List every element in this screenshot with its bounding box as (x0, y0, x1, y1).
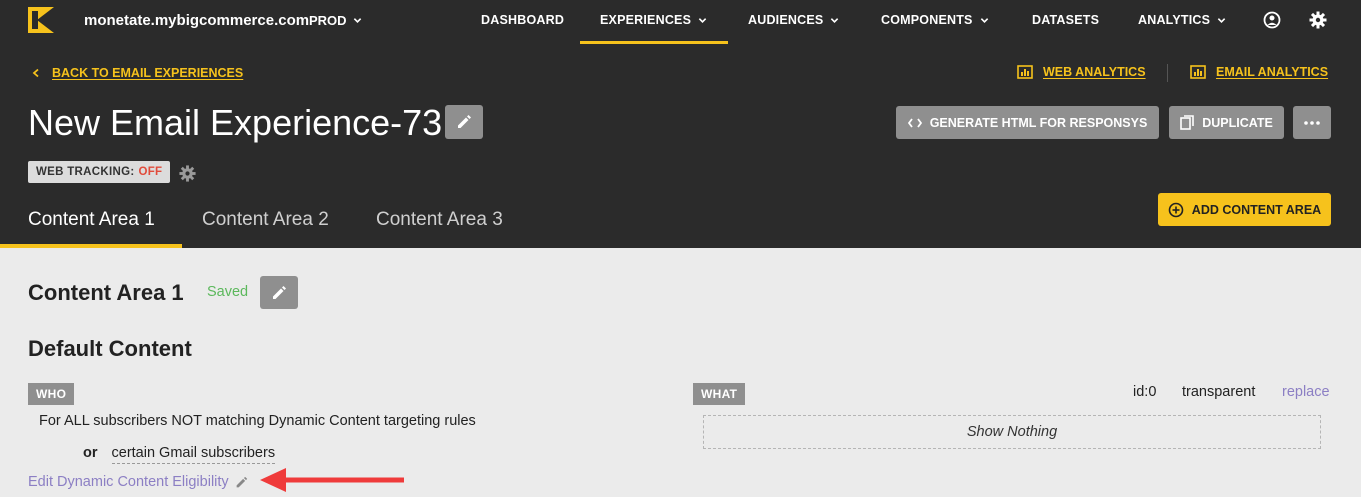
nav-dashboard-label: DASHBOARD (481, 13, 565, 27)
nav-analytics-label: ANALYTICS (1138, 13, 1211, 27)
add-content-area-label: ADD CONTENT AREA (1191, 202, 1322, 217)
web-tracking-status: WEB TRACKING: OFF (28, 161, 171, 183)
plus-circle-icon (1168, 202, 1184, 217)
site-name[interactable]: monetate.mybigcommerce.com (84, 12, 309, 29)
generate-html-label: GENERATE HTML FOR RESPONSYS (929, 115, 1148, 130)
more-options-button[interactable] (1293, 106, 1331, 139)
monetate-logo-icon[interactable] (28, 7, 54, 33)
tracking-settings-gear-icon[interactable] (178, 164, 197, 183)
edit-content-area-button[interactable] (260, 276, 298, 309)
pencil-icon (273, 285, 286, 299)
nav-components-label: COMPONENTS (881, 13, 973, 27)
saved-status: Saved (207, 284, 249, 300)
nav-experiences[interactable]: EXPERIENCES (600, 13, 707, 27)
email-analytics-link[interactable]: EMAIL ANALYTICS (1190, 65, 1328, 79)
back-link-label: BACK TO EMAIL EXPERIENCES (52, 66, 244, 80)
what-id: id:0 (1133, 384, 1157, 400)
settings-gear-icon[interactable] (1308, 10, 1328, 30)
top-nav: monetate.mybigcommerce.com PROD DASHBOAR… (0, 0, 1361, 44)
nav-components[interactable]: COMPONENTS (881, 13, 989, 27)
tab-content-area-1[interactable]: Content Area 1 (28, 209, 155, 231)
nav-audiences-label: AUDIENCES (748, 13, 824, 27)
what-badge: WHAT (693, 383, 746, 405)
chevron-down-icon (980, 17, 988, 23)
what-type: transparent (1182, 384, 1256, 400)
generate-html-responsys-button[interactable]: GENERATE HTML FOR RESPONSYS (896, 106, 1159, 139)
experience-header: BACK TO EMAIL EXPERIENCES WEB ANALYTICS … (0, 44, 1361, 248)
more-horizontal-icon (1304, 120, 1320, 125)
who-condition-row: or certain Gmail subscribers (83, 445, 276, 464)
pencil-icon (236, 476, 247, 487)
add-content-area-button[interactable]: ADD CONTENT AREA (1158, 193, 1331, 226)
default-content-heading: Default Content (28, 336, 192, 361)
web-tracking-value: OFF (138, 166, 163, 178)
chevron-down-icon (1217, 17, 1226, 23)
nav-experiences-label: EXPERIENCES (600, 13, 692, 27)
who-badge: WHO (28, 383, 75, 405)
chevron-down-icon (353, 18, 361, 23)
web-analytics-link[interactable]: WEB ANALYTICS (1017, 65, 1146, 79)
bar-chart-icon (1190, 65, 1206, 79)
edit-eligibility-label: Edit Dynamic Content Eligibility (28, 474, 229, 490)
edit-title-button[interactable] (445, 105, 483, 139)
email-analytics-label: EMAIL ANALYTICS (1216, 65, 1329, 79)
show-nothing-dropzone[interactable]: Show Nothing (703, 415, 1321, 449)
chevron-left-icon (32, 68, 39, 78)
environment-label: PROD (309, 13, 347, 28)
web-tracking-label: WEB TRACKING: (36, 166, 135, 178)
duplicate-button[interactable]: DUPLICATE (1169, 106, 1284, 139)
copy-icon (1180, 115, 1194, 130)
tab-content-area-2[interactable]: Content Area 2 (202, 209, 329, 231)
bar-chart-icon (1017, 65, 1033, 79)
show-nothing-label: Show Nothing (966, 424, 1058, 440)
experience-title: New Email Experience-73 (28, 102, 443, 143)
nav-datasets-label: DATASETS (1032, 13, 1100, 27)
who-description: For ALL subscribers NOT matching Dynamic… (39, 413, 476, 429)
environment-dropdown[interactable]: PROD (309, 13, 362, 28)
web-analytics-label: WEB ANALYTICS (1043, 65, 1146, 79)
code-icon (907, 117, 922, 128)
analytics-divider (1167, 64, 1168, 82)
replace-link[interactable]: replace (1282, 384, 1330, 400)
tab-active-indicator (0, 244, 182, 248)
pencil-icon (458, 115, 471, 128)
annotation-arrow-icon (260, 468, 404, 492)
chevron-down-icon (698, 17, 707, 23)
back-to-email-experiences-link[interactable]: BACK TO EMAIL EXPERIENCES (32, 66, 243, 80)
content-area-title: Content Area 1 (28, 280, 184, 305)
user-account-icon[interactable] (1262, 10, 1282, 30)
duplicate-label: DUPLICATE (1202, 115, 1273, 130)
nav-audiences[interactable]: AUDIENCES (748, 13, 839, 27)
nav-analytics[interactable]: ANALYTICS (1138, 13, 1226, 27)
nav-datasets[interactable]: DATASETS (1032, 13, 1099, 27)
tab-content-area-3[interactable]: Content Area 3 (376, 209, 503, 231)
gmail-condition[interactable]: certain Gmail subscribers (111, 445, 276, 464)
or-label: or (83, 445, 98, 461)
nav-dashboard[interactable]: DASHBOARD (481, 13, 564, 27)
edit-dynamic-content-eligibility-link[interactable]: Edit Dynamic Content Eligibility (28, 474, 248, 490)
chevron-down-icon (831, 17, 839, 23)
